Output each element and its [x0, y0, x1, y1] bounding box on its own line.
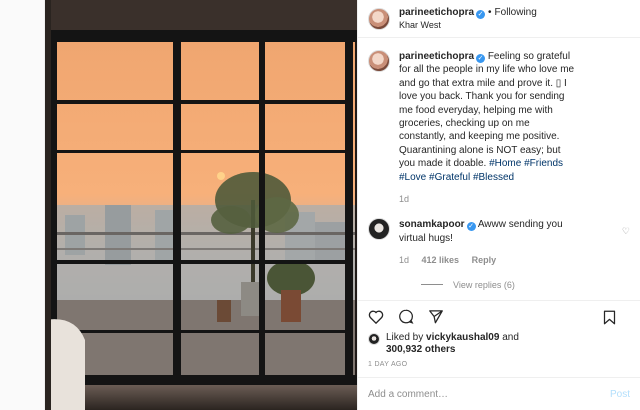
caption-author-avatar[interactable]: [368, 50, 390, 72]
author-avatar[interactable]: [368, 7, 390, 30]
add-comment-input[interactable]: Add a comment…: [368, 389, 448, 400]
add-comment-bar: Add a comment… Post: [358, 377, 640, 410]
bookmark-icon[interactable]: [603, 310, 616, 325]
hashtag-link[interactable]: #Love: [399, 172, 426, 183]
liker-username[interactable]: vickykaushal09: [426, 332, 499, 343]
hashtag-link[interactable]: #Home: [489, 158, 521, 169]
following-button[interactable]: Following: [495, 7, 537, 18]
comment-like-heart-icon[interactable]: ♡: [622, 226, 630, 237]
action-bar: [358, 300, 640, 332]
commenter-avatar[interactable]: [368, 218, 390, 241]
verified-badge-icon: ✓: [466, 222, 476, 232]
author-username[interactable]: parineetichopra: [399, 7, 474, 18]
commenter-username[interactable]: sonamkapoor: [399, 219, 465, 230]
verified-badge-icon: ✓: [476, 9, 486, 19]
liked-by-label: Liked by: [386, 332, 424, 343]
hashtag-link[interactable]: #Grateful: [429, 172, 470, 183]
likes-others-count[interactable]: 300,932 others: [386, 344, 456, 355]
view-replies-button[interactable]: View replies (6): [421, 280, 630, 290]
separator-dot: •: [488, 6, 492, 18]
caption: parineetichopra ✓ Feeling so grateful for…: [368, 50, 630, 206]
comment-icon[interactable]: [398, 309, 414, 324]
instagram-post: parineetichopra ✓ • Following Khar West par…: [44, 0, 640, 410]
post-header: parineetichopra ✓ • Following Khar West: [358, 0, 640, 38]
caption-username[interactable]: parineetichopra: [399, 51, 474, 62]
comment-age[interactable]: 1d: [399, 255, 409, 265]
comments-section: parineetichopra ✓ Feeling so grateful for…: [358, 38, 640, 300]
liker-avatar[interactable]: [368, 333, 380, 345]
verified-badge-icon: ✓: [476, 54, 486, 63]
post-timestamp[interactable]: 1 DAY AGO: [358, 356, 640, 368]
comment-likes[interactable]: 412 likes: [422, 255, 460, 265]
post-comment-button[interactable]: Post: [610, 389, 630, 400]
post-photo[interactable]: [45, 0, 357, 410]
post-sidebar: parineetichopra ✓ • Following Khar West par…: [357, 0, 640, 410]
replies-divider: [421, 284, 443, 286]
comment-item: sonamkapoor ✓ Awww sending you virtual hu…: [368, 218, 630, 267]
view-replies-label: View replies (6): [453, 279, 515, 290]
sunset-window-photo: [45, 0, 357, 410]
heart-icon[interactable]: [368, 309, 384, 324]
hashtag-link[interactable]: #Blessed: [473, 172, 514, 183]
reply-button[interactable]: Reply: [472, 255, 497, 265]
share-icon[interactable]: [428, 309, 444, 324]
location-link[interactable]: Khar West: [399, 19, 537, 32]
hashtag-link[interactable]: #Friends: [524, 158, 563, 169]
caption-text: Feeling so grateful for all the people i…: [399, 51, 575, 170]
likes-and-label: and: [502, 332, 519, 343]
likes-summary: Liked by vickykaushal09 and 300,932 othe…: [358, 332, 640, 356]
caption-age[interactable]: 1d: [399, 194, 409, 204]
